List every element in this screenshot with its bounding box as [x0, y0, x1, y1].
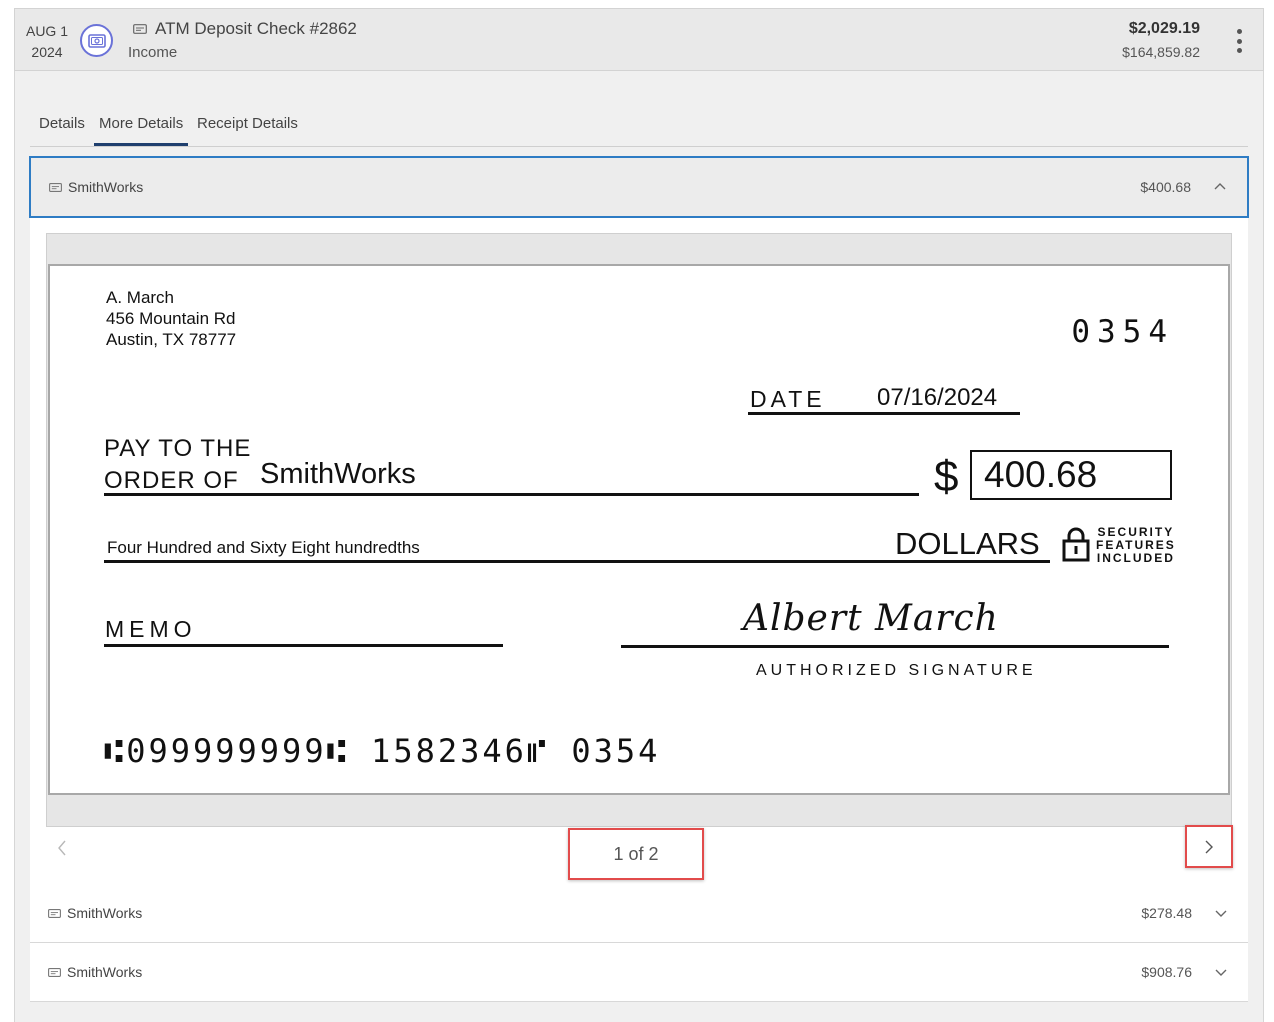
check-amount-words: Four Hundred and Sixty Eight hundredths [107, 538, 420, 557]
check-accordion-label: SmithWorks [48, 964, 142, 980]
check-icon [49, 182, 62, 192]
transaction-category: Income [128, 44, 178, 61]
check-payee: SmithWorks [68, 179, 144, 195]
check-icon [133, 24, 147, 34]
check-icon [48, 908, 61, 918]
transaction-date: AUG 1 2024 [25, 21, 69, 63]
check-memo-label: MEMO [105, 616, 197, 642]
check-security-text: SECURITY FEATURES INCLUDED [1096, 526, 1176, 565]
check-amount: $278.48 [1141, 905, 1192, 921]
chevron-down-icon[interactable] [1214, 965, 1228, 979]
page-indicator: 1 of 2 [568, 828, 704, 880]
check-amount: $908.76 [1141, 964, 1192, 980]
check-accordion-label: SmithWorks [48, 905, 142, 921]
check-payee-line [104, 493, 919, 496]
check-dollar-sign: $ [934, 452, 959, 501]
check-accordion-2[interactable]: SmithWorks $278.48 [30, 884, 1248, 943]
check-pay-line1: PAY TO THE [104, 435, 252, 462]
check-dollars-label: DOLLARS [895, 526, 1040, 561]
check-drawer-name: A. March [106, 288, 175, 307]
detail-tabs: Details More Details Receipt Details [30, 111, 1248, 147]
check-memo-line [104, 644, 503, 647]
money-icon [87, 33, 106, 48]
check-date-value: 07/16/2024 [877, 384, 998, 411]
security-line-3: INCLUDED [1096, 551, 1175, 565]
tab-details[interactable]: Details [34, 115, 90, 146]
transaction-date-day: AUG 1 [25, 23, 68, 39]
check-payee: SmithWorks [67, 905, 143, 921]
tab-more-details[interactable]: More Details [94, 115, 189, 146]
next-page-button[interactable] [1185, 825, 1233, 868]
check-image: A. March 456 Mountain Rd Austin, TX 7877… [48, 264, 1230, 795]
previous-page-icon[interactable] [54, 838, 70, 858]
check-accordion-1[interactable]: SmithWorks $400.68 [29, 156, 1249, 218]
check-pay-to-label: PAY TO THE ORDER OF [104, 433, 251, 497]
check-payee-name: SmithWorks [260, 458, 416, 490]
running-balance: $164,859.82 [1122, 44, 1200, 60]
income-category-icon [80, 24, 113, 57]
check-icon [48, 967, 61, 977]
check-drawer-street: 456 Mountain Rd [106, 309, 236, 328]
check-drawer-address: A. March 456 Mountain Rd Austin, TX 7877… [106, 287, 236, 350]
transaction-date-year: 2024 [31, 44, 63, 60]
chevron-down-icon[interactable] [1214, 906, 1228, 920]
tab-receipt-details[interactable]: Receipt Details [192, 115, 303, 146]
check-payee: SmithWorks [67, 964, 143, 980]
check-amount-box: 400.68 [970, 450, 1172, 500]
chevron-up-icon[interactable] [1213, 180, 1227, 194]
transaction-title-row: ATM Deposit Check #2862 [133, 19, 357, 39]
check-signature-line [621, 645, 1169, 648]
check-signature-label: AUTHORIZED SIGNATURE [756, 662, 1037, 679]
check-date-label: DATE [750, 386, 826, 412]
chevron-right-icon [1205, 840, 1213, 853]
check-amount: $400.68 [1140, 179, 1191, 195]
check-accordion-label: SmithWorks [49, 179, 143, 195]
check-accordion-3[interactable]: SmithWorks $908.76 [30, 943, 1248, 1002]
transaction-amount: $2,029.19 [1128, 20, 1200, 37]
check-micr-line: ⑆099999999⑆ 1582346⑈ 0354 [104, 732, 661, 770]
more-options-icon[interactable] [1235, 29, 1243, 53]
check-date-line [748, 412, 1020, 415]
check-number: 0354 [1071, 314, 1174, 350]
check-signature: Albert March [743, 598, 999, 639]
lock-icon [1062, 527, 1090, 562]
check-drawer-city: Austin, TX 78777 [106, 330, 237, 349]
transaction-title: ATM Deposit Check #2862 [155, 19, 357, 38]
transaction-header[interactable]: AUG 1 2024 ATM Deposit Check #2862 Incom… [14, 8, 1264, 71]
